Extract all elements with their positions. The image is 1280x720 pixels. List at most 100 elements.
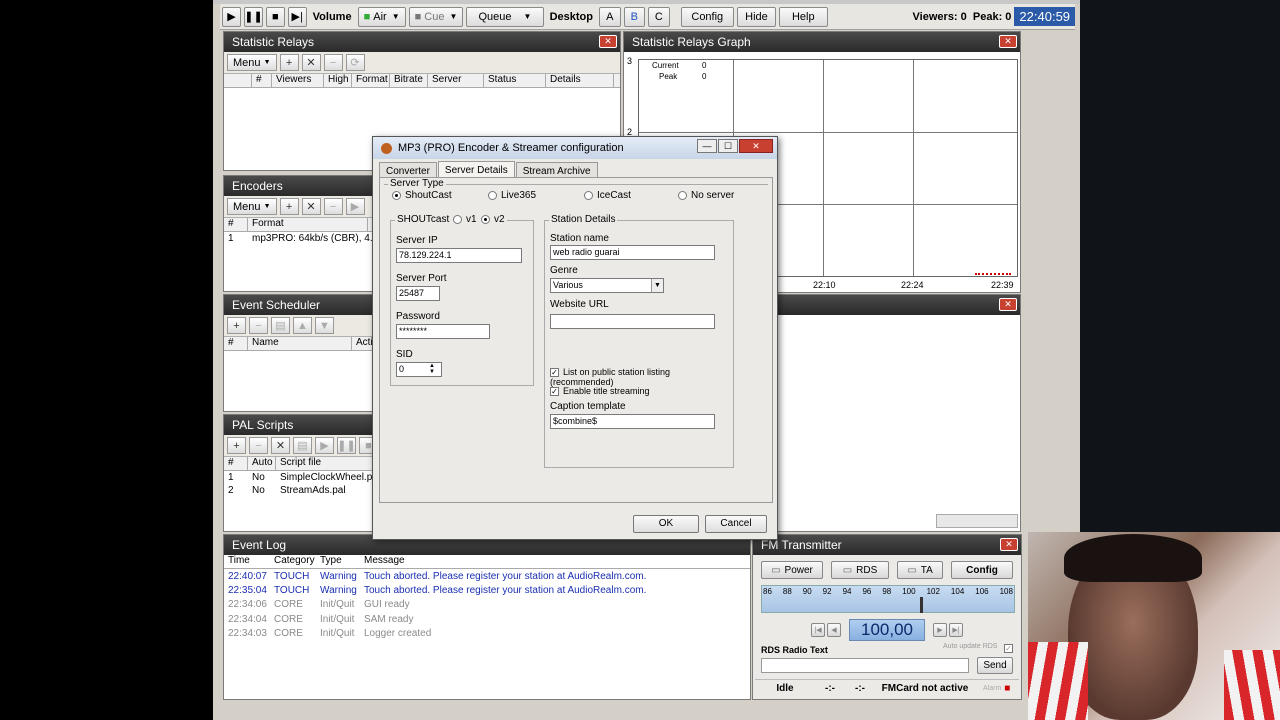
seek-back-button[interactable]: |◀ [811,623,825,637]
scale-tick: 86 [763,587,772,596]
table-row[interactable]: 22:34:04 CORE Init/Quit SAM ready [224,612,750,626]
stop-button[interactable]: ■ [266,6,285,27]
power-button[interactable]: ▭ Power [761,561,823,579]
desktop-b-button[interactable]: B [623,6,646,27]
step-back-button[interactable]: ◀ [827,623,841,637]
close-icon[interactable]: ✕ [599,35,617,48]
server-ip-label: Server IP [396,235,438,246]
add-icon[interactable]: + [279,54,299,71]
log-category: CORE [274,628,303,640]
sid-stepper[interactable]: 0 [396,362,442,377]
close-icon[interactable]: ✕ [739,139,773,153]
queue-dropdown[interactable]: Queue ▼ [466,6,544,27]
stepper-arrows-icon[interactable]: ▲ ▼ [429,363,435,375]
hide-button[interactable]: Hide [736,6,776,27]
graph-peak-line [975,273,1011,275]
remove-icon[interactable]: − [323,54,343,71]
radio-v1[interactable]: v1 [451,214,479,225]
add-icon[interactable]: + [227,437,246,454]
table-row[interactable]: 22:34:03 CORE Init/Quit Logger created [224,627,750,641]
rds-text-input[interactable] [761,658,969,673]
chevron-down-icon: ▼ [263,59,271,66]
add-icon[interactable]: + [279,198,299,215]
ok-button[interactable]: OK [633,515,699,533]
table-row[interactable]: 22:35:04 TOUCH Warning Touch aborted. Pleas… [224,583,750,597]
genre-select[interactable]: Various [550,278,664,293]
remove-icon[interactable]: − [323,198,343,215]
move-up-icon[interactable]: ▲ [293,317,312,334]
table-row[interactable]: 22:40:07 TOUCH Warning Touch aborted. Pleas… [224,569,750,583]
move-down-icon[interactable]: ▼ [315,317,334,334]
add-icon[interactable]: + [227,317,246,334]
close-icon[interactable]: ✕ [999,298,1017,311]
close-icon[interactable]: ✕ [999,35,1017,48]
help-button[interactable]: Help [778,6,828,27]
tools-icon[interactable]: ✕ [301,198,321,215]
chevron-down-icon: ▼ [449,12,458,21]
close-icon[interactable]: ✕ [1000,538,1018,551]
minimize-icon[interactable]: — [697,139,717,153]
tools-icon[interactable]: ✕ [271,437,290,454]
send-button[interactable]: Send [977,657,1013,674]
ta-button[interactable]: ▭ TA [897,561,943,579]
refresh-icon[interactable]: ⟳ [345,54,365,71]
log-time: 22:40:07 [228,570,267,582]
scale-tick: 96 [862,587,872,596]
fm-config-button[interactable]: Config [951,561,1013,579]
desktop-c-button[interactable]: C [648,6,670,27]
rds-text-label: RDS Radio Text [761,645,828,655]
encoder-num: 1 [228,233,234,244]
gridline [823,60,824,276]
edit-icon[interactable]: ▤ [293,437,312,454]
shoutcast-label: SHOUTcast [395,214,452,225]
cancel-button[interactable]: Cancel [705,515,767,533]
play-icon[interactable]: ▶ [315,437,334,454]
seek-forward-button[interactable]: ▶| [949,623,963,637]
radio-dot [481,214,490,224]
step-forward-button[interactable]: ▶ [933,623,947,637]
config-button[interactable]: Config [680,6,734,27]
radio-shoutcast[interactable]: ShoutCast [392,190,452,201]
log-time: 22:35:04 [228,585,267,597]
log-message: Logger created [364,628,432,640]
log-category: CORE [274,613,303,625]
alarm-label: Alarm [983,685,1002,692]
desktop-a-button[interactable]: A [598,6,621,27]
encoders-menu-button[interactable]: Menu ▼ [227,198,277,215]
password-input[interactable]: ******** [396,324,490,339]
maximize-icon[interactable]: ☐ [718,139,738,153]
server-port-input[interactable]: 25487 [396,286,440,301]
pause-icon[interactable]: ❚❚ [337,437,356,454]
play-button[interactable]: ▶ [222,6,241,27]
station-name-input[interactable]: web radio guarai [550,245,715,260]
panel-title: FM Transmitter ✕ [753,535,1021,555]
table-row[interactable]: 22:34:06 CORE Init/Quit GUI ready [224,598,750,612]
next-button[interactable]: ▶| [287,6,307,27]
title-streaming-checkbox[interactable]: ✓ Enable title streaming [550,386,650,397]
tools-icon[interactable]: ✕ [301,54,321,71]
edit-icon[interactable]: ▤ [271,317,290,334]
radio-v2[interactable]: v2 [479,214,507,225]
server-ip-input[interactable]: 78.129.224.1 [396,248,522,263]
rds-button[interactable]: ▭ RDS [831,561,889,579]
radio-live365[interactable]: Live365 [488,190,536,201]
radio-icecast[interactable]: IceCast [584,190,631,201]
caption-template-input[interactable]: $combine$ [550,414,715,429]
list-public-checkbox[interactable]: ✓ List on public station listing (recomme… [550,367,733,387]
website-url-input[interactable] [550,314,715,329]
radio-no-server[interactable]: No server [678,190,734,201]
remove-icon[interactable]: − [249,437,268,454]
remove-icon[interactable]: − [249,317,268,334]
log-type: Init/Quit [320,628,355,640]
genre-label: Genre [550,265,578,276]
air-dropdown[interactable]: ■ Air ▼ [357,6,406,27]
pause-button[interactable]: ❚❚ [244,6,263,27]
cue-dropdown[interactable]: ■ Cue ▼ [408,6,464,27]
relays-menu-button[interactable]: Menu ▼ [227,54,277,71]
chevron-down-icon[interactable]: ▼ [651,279,663,292]
checkbox-box: ✓ [550,368,559,378]
auto-update-checkbox[interactable]: ✓ [1004,644,1013,653]
panel-title-text: FM Transmitter [761,538,842,552]
col-format: Format [352,74,390,87]
start-icon[interactable]: ▶ [345,198,365,215]
